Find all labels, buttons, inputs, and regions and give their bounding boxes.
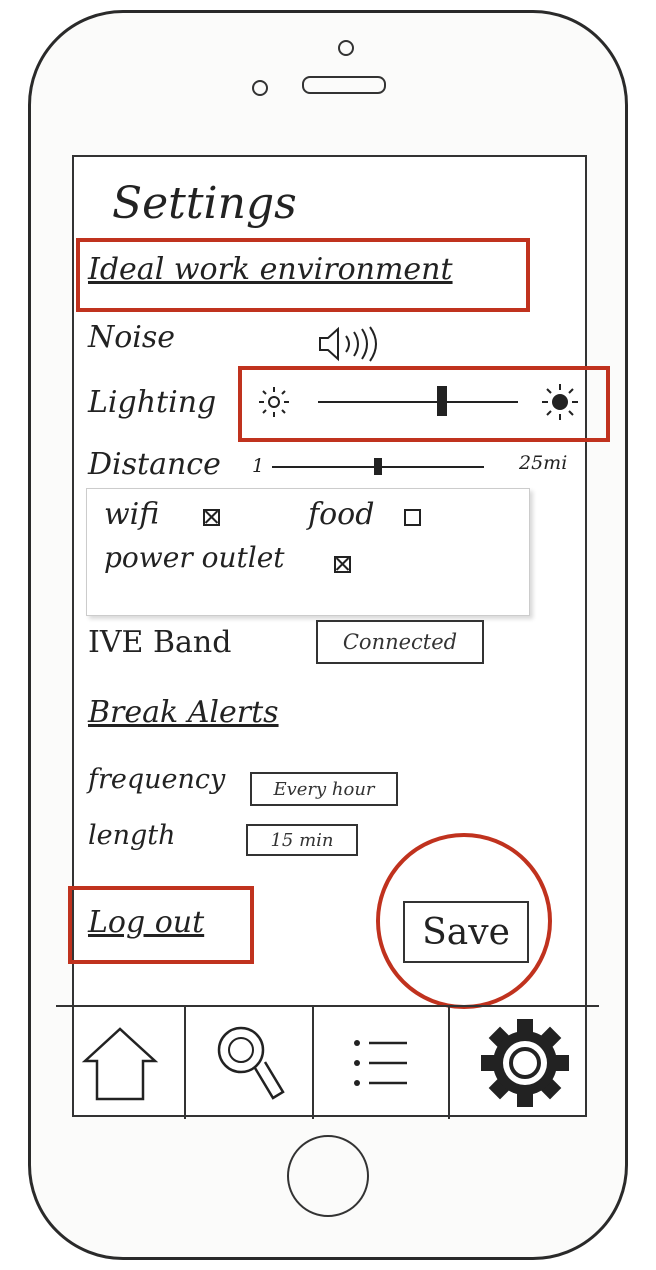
list-icon <box>341 1023 421 1103</box>
frequency-field[interactable]: Every hour <box>250 772 398 806</box>
save-highlight <box>376 833 552 1009</box>
power-outlet-checkbox[interactable] <box>334 556 351 573</box>
tab-list[interactable] <box>314 1007 450 1119</box>
speaker-grille <box>302 76 386 94</box>
ideal-heading-highlight <box>76 238 530 312</box>
page-title: Settings <box>112 178 297 229</box>
food-checkbox[interactable] <box>404 509 421 526</box>
camera-icon <box>338 40 354 56</box>
food-label: food <box>308 497 375 532</box>
lighting-label: Lighting <box>88 385 217 420</box>
power-outlet-label: power outlet <box>104 541 285 574</box>
gear-icon <box>475 1013 575 1113</box>
volume-icon[interactable] <box>318 324 398 364</box>
length-field[interactable]: 15 min <box>246 824 358 856</box>
lighting-highlight <box>238 366 610 442</box>
noise-label: Noise <box>88 320 176 355</box>
tab-settings[interactable] <box>450 1007 599 1119</box>
tab-bar <box>56 1005 599 1119</box>
tab-home[interactable] <box>56 1007 186 1119</box>
sensor-icon <box>252 80 268 96</box>
home-button[interactable] <box>287 1135 369 1217</box>
wifi-checkbox[interactable] <box>203 509 220 526</box>
length-label: length <box>88 820 176 851</box>
distance-max-label: 25mi <box>519 452 568 474</box>
band-status-button[interactable]: Connected <box>316 620 484 664</box>
ive-band-label: IVE Band <box>88 625 232 660</box>
search-icon <box>209 1018 289 1108</box>
logout-highlight <box>68 886 254 964</box>
distance-min-label: 1 <box>252 455 265 477</box>
tab-search[interactable] <box>186 1007 314 1119</box>
distance-label: Distance <box>88 447 221 482</box>
distance-slider-thumb[interactable] <box>374 458 382 475</box>
break-alerts-heading: Break Alerts <box>88 695 279 730</box>
frequency-label: frequency <box>88 764 226 795</box>
wifi-label: wifi <box>104 497 160 532</box>
home-icon <box>75 1023 165 1103</box>
